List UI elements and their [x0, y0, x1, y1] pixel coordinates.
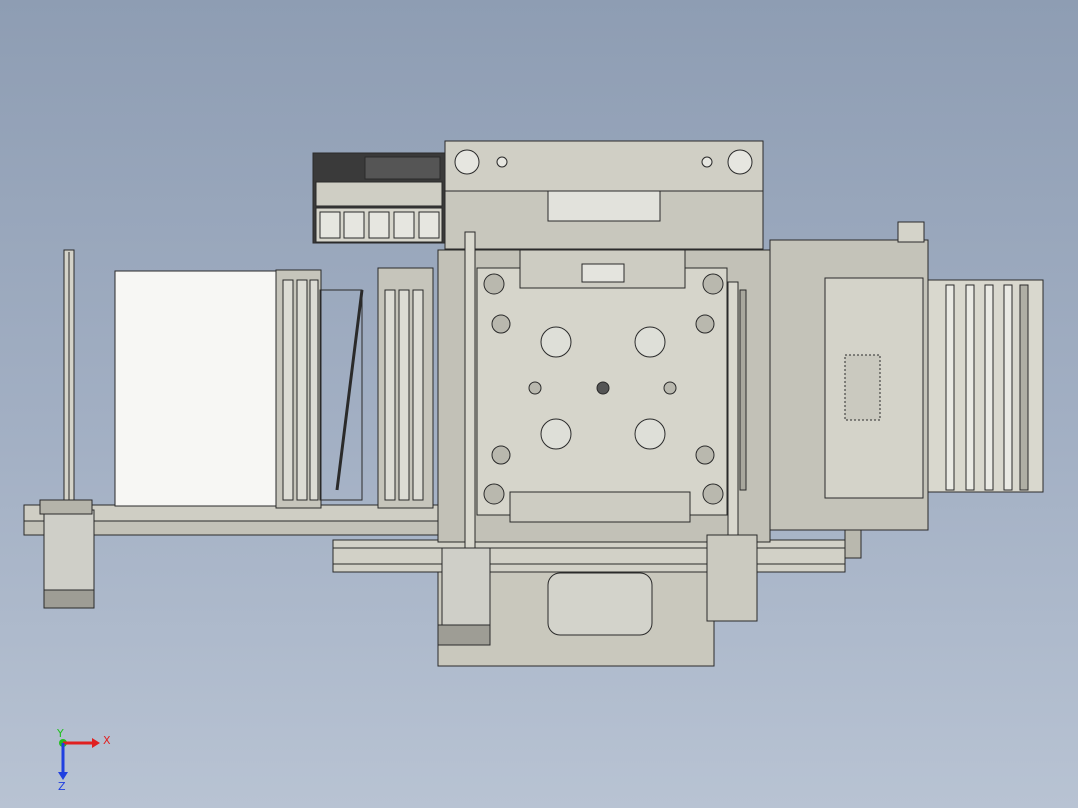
roller-6 [412, 289, 424, 501]
housing-window [547, 190, 661, 222]
bolt-br [702, 483, 724, 505]
drive-cylinder [547, 572, 653, 636]
out-roller-3 [984, 284, 994, 491]
bolt-bl [483, 483, 505, 505]
roller-1 [282, 279, 294, 501]
y-axis-label: Y [56, 727, 64, 740]
roller-5 [398, 289, 410, 501]
center-hole [596, 381, 610, 395]
bolt-tl [483, 273, 505, 295]
right-actuator [706, 534, 758, 622]
heater-knob [897, 221, 925, 243]
left-gauge [454, 149, 480, 175]
roller-4 [384, 289, 396, 501]
coordinate-triad: X Y Z [56, 727, 111, 793]
out-roller-1 [945, 284, 955, 491]
out-roller-4 [1003, 284, 1013, 491]
plate-bottom-cutout [509, 491, 691, 523]
x-axis-label: X [103, 734, 111, 747]
clamp-4 [634, 418, 666, 450]
diagonal-blade [335, 289, 364, 491]
bolt-tr [702, 273, 724, 295]
base-rail [332, 539, 846, 573]
out-roller-5 [1019, 284, 1029, 491]
roller-2 [296, 279, 308, 501]
film-sheet [114, 270, 288, 507]
machine-assembly[interactable] [23, 140, 1044, 667]
roller-3 [309, 279, 319, 501]
center-motor [441, 547, 491, 629]
cad-viewport[interactable]: X Y Z [0, 0, 1078, 808]
right-slide-rod [727, 281, 739, 543]
left-motor-cap [39, 499, 93, 515]
panel-display [364, 156, 441, 180]
z-axis-label: Z [58, 780, 66, 793]
clamp-3 [540, 418, 572, 450]
top-housing [444, 140, 764, 192]
rail-end-right [844, 527, 862, 559]
left-motor-body [43, 509, 95, 591]
out-roller-2 [965, 284, 975, 491]
clamp-2 [634, 326, 666, 358]
left-slide-rod [464, 231, 476, 553]
left-motor-base [43, 589, 95, 609]
clamp-1 [540, 326, 572, 358]
vent-grid [844, 354, 881, 421]
right-gauge [727, 149, 753, 175]
plate-handle [581, 263, 625, 283]
